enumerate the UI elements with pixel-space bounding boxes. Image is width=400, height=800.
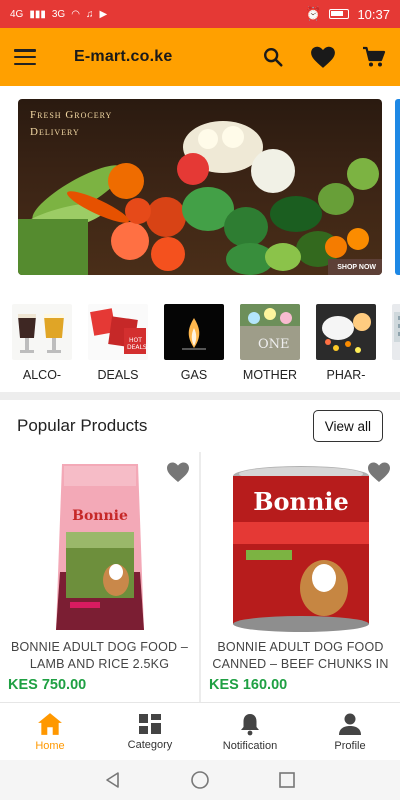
cart-icon[interactable] <box>362 45 386 69</box>
menu-icon[interactable] <box>14 49 36 65</box>
category-label: PHAR- <box>326 368 366 382</box>
product-name-line1: BONNIE ADULT DOG FOOD – <box>10 640 189 654</box>
deals-thumbnail: HOTDEALS <box>88 304 148 360</box>
bottom-navigation: Home Category Notification Profile <box>0 702 400 760</box>
svg-text:HOT: HOT <box>129 337 142 344</box>
person-icon <box>339 713 361 735</box>
category-deals[interactable]: HOT DEALS DEALS <box>88 304 148 394</box>
section-divider <box>0 392 400 400</box>
alcohol-thumbnail <box>12 304 72 360</box>
category-pharmacy[interactable]: PHAR- <box>316 304 376 394</box>
banner-headline-line2: Delivery <box>30 126 80 138</box>
back-icon[interactable] <box>104 771 122 789</box>
next-banner-peek[interactable] <box>395 99 400 275</box>
svg-text:ONE: ONE <box>258 337 290 352</box>
category-icon <box>139 713 161 734</box>
clock: 10:37 <box>357 6 390 22</box>
promo-banner[interactable]: Fresh Grocery Delivery SHOP NOW <box>18 99 382 275</box>
home-icon <box>38 712 62 735</box>
battery-icon <box>329 9 350 19</box>
alarm-icon: ⏰ <box>305 6 322 21</box>
product-name-line1: BONNIE ADULT DOG FOOD <box>217 640 384 654</box>
nav-label: Home <box>35 739 65 752</box>
wifi-icon: ◠ <box>71 8 80 20</box>
product-price: KES 160.00 <box>209 677 288 693</box>
system-navigation-bar <box>0 760 400 800</box>
pharmacy-thumbnail <box>316 304 376 360</box>
main-content: Fresh Grocery Delivery SHOP NOW ALCO- HO… <box>0 86 400 702</box>
banner-headline-line1: Fresh Grocery <box>30 109 113 121</box>
product-name-line2: CANNED – BEEF CHUNKS IN <box>212 657 389 671</box>
play-icon: ▶ <box>99 8 108 20</box>
category-tech[interactable]: TE <box>392 304 400 394</box>
product-image: Bonnie <box>232 466 369 632</box>
app-title: E-mart.co.ke <box>74 48 173 65</box>
svg-text:DEALS: DEALS <box>127 344 147 351</box>
brand-logo-text: Bonnie <box>72 508 128 524</box>
category-label: GAS <box>180 368 208 382</box>
nav-label: Profile <box>334 739 366 752</box>
product-card[interactable]: Bonnie BONNIE ADULT DOG FOOD – LAMB AND … <box>0 452 199 702</box>
category-label: MOTHER <box>242 368 298 382</box>
tech-thumbnail <box>392 304 400 360</box>
nav-label: Category <box>127 738 173 751</box>
nav-profile[interactable]: Profile <box>300 703 400 760</box>
heart-icon[interactable] <box>310 45 336 69</box>
category-label: ALCO- <box>22 368 62 382</box>
nav-home[interactable]: Home <box>0 703 100 760</box>
section-title: Popular Products <box>17 416 148 435</box>
product-grid: Bonnie BONNIE ADULT DOG FOOD – LAMB AND … <box>0 452 400 702</box>
category-mother[interactable]: ONE MOTHER <box>240 304 300 394</box>
recents-icon[interactable] <box>278 771 296 789</box>
brand-logo-text: Bonnie <box>253 487 349 516</box>
bell-icon <box>241 713 259 735</box>
category-label: DEALS <box>97 368 139 382</box>
product-image: Bonnie <box>55 464 144 630</box>
product-name[interactable]: BONNIE ADULT DOG FOOD – LAMB AND RICE 2.… <box>4 639 195 673</box>
category-strip[interactable]: ALCO- HOT DEALS DEALS GAS ONE MOTHER PHAR… <box>0 304 400 394</box>
product-card[interactable]: Bonnie BONNIE ADULT DOG FOOD CANNED – BE… <box>201 452 400 702</box>
product-name[interactable]: BONNIE ADULT DOG FOOD CANNED – BEEF CHUN… <box>205 639 396 673</box>
banner-headline: Fresh Grocery Delivery <box>30 107 112 141</box>
category-gas[interactable]: GAS <box>164 304 224 394</box>
shop-now-link[interactable]: SHOP NOW <box>337 264 376 271</box>
popular-products-header: Popular Products View all <box>0 400 400 452</box>
product-price: KES 750.00 <box>8 677 87 693</box>
signal-4g-label: 4G <box>10 8 24 20</box>
signal-icon: ▮▮▮ <box>29 8 46 20</box>
mother-thumbnail: ONE <box>240 304 300 360</box>
nav-category[interactable]: Category <box>100 703 200 760</box>
home-circle-icon[interactable] <box>190 770 210 790</box>
music-icon: ♫ <box>85 8 94 20</box>
product-name-line2: LAMB AND RICE 2.5KG <box>29 657 170 671</box>
gas-thumbnail <box>164 304 224 360</box>
search-icon[interactable] <box>262 46 284 68</box>
view-all-button[interactable]: View all <box>312 410 383 442</box>
category-alcohol[interactable]: ALCO- <box>12 304 72 394</box>
nav-label: Notification <box>222 739 278 752</box>
nav-notification[interactable]: Notification <box>200 703 300 760</box>
signal-3g-label: 3G <box>51 8 66 20</box>
status-bar: 4G ▮▮▮ 3G ◠ ♫ ▶ ⏰ 10:37 <box>0 0 400 28</box>
app-bar: E-mart.co.ke <box>0 28 400 86</box>
favorite-heart-icon[interactable] <box>166 461 190 483</box>
